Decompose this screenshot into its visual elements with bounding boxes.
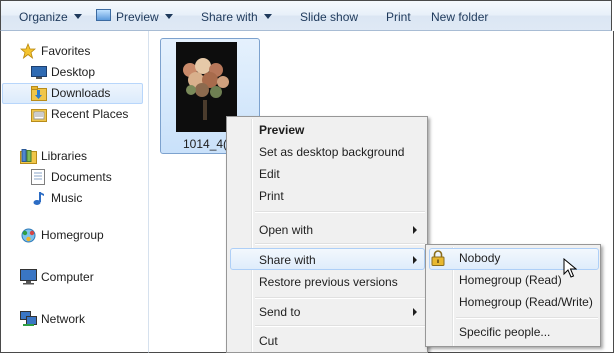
desktop-icon xyxy=(31,66,47,79)
nav-libraries-label: Libraries xyxy=(41,149,88,163)
share-with-button[interactable]: Share with xyxy=(201,9,272,25)
submenu-arrow-icon xyxy=(413,256,417,264)
chevron-down-icon xyxy=(164,14,173,19)
homegroup-icon xyxy=(21,228,36,243)
nav-recent-places-label: Recent Places xyxy=(51,107,129,121)
menu-open-with[interactable]: Open with xyxy=(259,220,313,240)
music-note-icon xyxy=(33,192,44,205)
menu-restore-previous-versions[interactable]: Restore previous versions xyxy=(259,272,398,292)
nav-music-label: Music xyxy=(51,191,83,205)
nav-favorites-label: Favorites xyxy=(41,44,91,58)
file-name-label: 1014_4( xyxy=(183,137,228,151)
share-homegroup-readwrite[interactable]: Homegroup (Read/Write) xyxy=(459,292,593,312)
lock-icon xyxy=(431,250,445,266)
command-bar: Organize Preview Share with Slide show P… xyxy=(0,0,612,31)
menu-send-to[interactable]: Send to xyxy=(259,302,300,322)
preview-icon xyxy=(96,9,111,21)
network-icon xyxy=(20,311,37,326)
menu-preview[interactable]: Preview xyxy=(259,120,304,140)
share-with-label: Share with xyxy=(201,10,258,24)
context-menu: Preview Set as desktop background Edit P… xyxy=(226,116,428,353)
share-homegroup-read[interactable]: Homegroup (Read) xyxy=(459,270,562,290)
nav-network-label: Network xyxy=(41,312,86,326)
mouse-cursor-icon xyxy=(563,258,577,278)
menu-cut[interactable]: Cut xyxy=(259,331,278,351)
menu-share-with[interactable]: Share with xyxy=(259,250,316,270)
submenu-arrow-icon xyxy=(413,308,417,316)
menu-separator xyxy=(255,211,425,213)
chevron-down-icon xyxy=(263,14,272,19)
menu-edit[interactable]: Edit xyxy=(259,164,280,184)
recent-places-icon xyxy=(31,109,47,122)
nav-computer-label: Computer xyxy=(41,270,94,284)
chevron-down-icon xyxy=(73,14,82,19)
menu-separator xyxy=(255,325,425,327)
libraries-icon xyxy=(20,149,37,164)
share-nobody[interactable]: Nobody xyxy=(459,248,500,268)
downloads-folder-icon xyxy=(31,86,47,101)
menu-set-desktop-background[interactable]: Set as desktop background xyxy=(259,142,404,162)
star-icon xyxy=(20,43,36,59)
documents-icon xyxy=(31,169,45,185)
menu-separator xyxy=(456,317,598,319)
menu-separator xyxy=(255,297,425,299)
organize-button[interactable]: Organize xyxy=(19,9,82,25)
submenu-arrow-icon xyxy=(413,226,417,234)
nav-documents-label: Documents xyxy=(51,170,112,184)
preview-label: Preview xyxy=(116,10,159,24)
new-folder-button[interactable]: New folder xyxy=(431,9,488,25)
menu-print[interactable]: Print xyxy=(259,186,284,206)
menu-separator xyxy=(255,243,425,245)
share-specific-people[interactable]: Specific people... xyxy=(459,322,550,342)
nav-homegroup-label: Homegroup xyxy=(41,228,104,242)
nav-downloads-label: Downloads xyxy=(51,86,111,100)
nav-desktop-label: Desktop xyxy=(51,65,96,79)
menu-gutter xyxy=(251,119,253,352)
organize-label: Organize xyxy=(19,10,68,24)
slideshow-button[interactable]: Slide show xyxy=(300,9,358,25)
print-button[interactable]: Print xyxy=(386,9,411,25)
preview-button[interactable]: Preview xyxy=(116,9,173,25)
computer-icon xyxy=(20,269,37,285)
